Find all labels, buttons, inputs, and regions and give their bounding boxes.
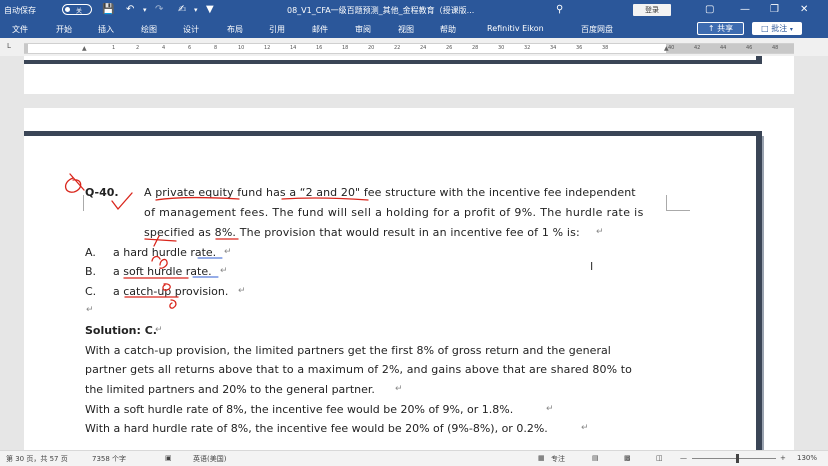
tab-insert[interactable]: 插入 — [98, 24, 114, 35]
page-count[interactable]: 第 30 页，共 57 页 — [6, 454, 68, 464]
touch-dropdown-icon[interactable]: ▾ — [194, 3, 198, 17]
close-icon[interactable]: ✕ — [800, 3, 808, 17]
autosave-state: 关 — [76, 8, 83, 15]
tab-home[interactable]: 开始 — [56, 24, 72, 35]
ruler-number: 46 — [746, 45, 753, 51]
redo-icon[interactable]: ↷ — [155, 3, 163, 17]
restore-icon[interactable]: ❐ — [770, 3, 779, 17]
ruler-number: 18 — [342, 45, 349, 51]
ruler-number: 1 — [112, 45, 116, 51]
ruler-number: 36 — [576, 45, 583, 51]
autosave-toggle[interactable]: 关 — [62, 4, 92, 15]
tab-mailings[interactable]: 邮件 — [312, 24, 328, 35]
tab-baidu-netdisk[interactable]: 百度网盘 — [581, 24, 613, 35]
touch-mode-icon[interactable]: ✍ — [178, 3, 186, 17]
ink-underline-private-equity — [155, 196, 240, 201]
ruler-number: 6 — [188, 45, 192, 51]
ink-arrow — [151, 255, 161, 262]
document-title: 08_V1_CFA一级百题预测_其他_金程教育（授课版... — [287, 6, 475, 15]
web-layout-icon[interactable]: ◫ — [656, 454, 663, 462]
ribbon-tabs: 文件 开始 插入 绘图 设计 布局 引用 邮件 审阅 视图 帮助 Refinit… — [0, 20, 828, 38]
save-icon[interactable]: 💾 — [102, 3, 114, 17]
ruler-number: 14 — [290, 45, 297, 51]
customize-toolbar-icon[interactable]: ▼ — [206, 3, 214, 17]
ruler-number: 16 — [316, 45, 323, 51]
search-icon[interactable]: ⚲ — [556, 3, 563, 17]
ruler-number: 42 — [694, 45, 701, 51]
left-margin-shade — [24, 44, 28, 53]
ruler-strip: 1 2 4 6 8 10 12 14 16 18 20 22 24 26 28 … — [24, 43, 794, 54]
ruler-number: 8 — [214, 45, 218, 51]
tab-stop-selector-icon[interactable]: L — [7, 42, 11, 50]
tab-file[interactable]: 文件 — [12, 24, 28, 35]
ruler-number: 30 — [498, 45, 505, 51]
proofing-icon[interactable]: ▣ — [165, 454, 172, 462]
ink-annotations — [64, 173, 369, 309]
undo-icon[interactable]: ↶ — [126, 3, 134, 17]
tab-review[interactable]: 审阅 — [355, 24, 371, 35]
comment-label: 批注 — [771, 24, 788, 33]
ink-underline-specified — [144, 238, 177, 242]
print-layout-icon[interactable]: ▩ — [624, 454, 631, 462]
ruler-number: 12 — [264, 45, 271, 51]
comment-icon: □ — [761, 24, 769, 33]
horizontal-ruler[interactable]: L 1 2 4 6 8 10 12 14 16 18 20 22 24 26 2… — [0, 38, 828, 56]
ink-scribble — [159, 258, 168, 269]
word-count[interactable]: 7358 个字 — [92, 454, 126, 464]
ruler-number: 20 — [368, 45, 375, 51]
tab-view[interactable]: 视图 — [398, 24, 414, 35]
status-bar: 第 30 页，共 57 页 7358 个字 ▣ 英语(美国) ▦ 专注 ▤ ▩ … — [0, 450, 828, 466]
ink-underline-2-and-20 — [281, 197, 369, 201]
ruler-number: 24 — [420, 45, 427, 51]
ruler-number: 32 — [524, 45, 531, 51]
ink-circle-mark — [64, 173, 85, 193]
ruler-number: 2 — [136, 45, 140, 51]
title-bar: 自动保存 关 💾 ↶ ▾ ↷ ✍ ▾ ▼ 08_V1_CFA一级百题预测_其他_… — [0, 0, 828, 20]
comments-button[interactable]: □ 批注 ▾ — [752, 22, 802, 35]
ruler-number: 48 — [772, 45, 779, 51]
ink-loop — [169, 299, 177, 309]
tab-layout[interactable]: 布局 — [227, 24, 243, 35]
undo-dropdown-icon[interactable]: ▾ — [143, 3, 147, 17]
ink-tick — [153, 235, 160, 247]
right-indent-marker-icon[interactable]: ▲ — [664, 44, 669, 53]
share-label: 共享 — [717, 24, 734, 33]
ruler-number: 26 — [446, 45, 453, 51]
document-canvas[interactable]: Q-40. A private equity fund has a “2 and… — [0, 56, 828, 450]
indent-marker-icon[interactable]: ▲ — [82, 44, 87, 53]
ink-loop — [162, 283, 171, 291]
tab-references[interactable]: 引用 — [269, 24, 285, 35]
ruler-number: 4 — [162, 45, 166, 51]
tab-refinitiv-eikon[interactable]: Refinitiv Eikon — [487, 24, 544, 33]
tab-help[interactable]: 帮助 — [440, 24, 456, 35]
zoom-slider[interactable] — [692, 458, 776, 459]
ruler-number: 38 — [602, 45, 609, 51]
zoom-out-icon[interactable]: — — [680, 454, 687, 462]
ruler-number: 44 — [720, 45, 727, 51]
read-mode-icon[interactable]: ▤ — [592, 454, 599, 462]
focus-icon[interactable]: ▦ — [538, 454, 545, 462]
zoom-level[interactable]: 130% — [797, 454, 817, 462]
ruler-number: 28 — [472, 45, 479, 51]
ruler-number: 10 — [238, 45, 245, 51]
focus-label[interactable]: 专注 — [551, 454, 565, 464]
ribbon-display-icon[interactable]: ▢ — [705, 3, 714, 17]
tab-design[interactable]: 设计 — [183, 24, 199, 35]
login-button[interactable]: 登录 — [633, 4, 671, 16]
autosave-label: 自动保存 — [4, 6, 36, 15]
ruler-number: 22 — [394, 45, 401, 51]
toggle-knob — [65, 7, 70, 12]
ink-checkmark — [111, 192, 133, 211]
tab-draw[interactable]: 绘图 — [141, 24, 157, 35]
zoom-in-icon[interactable]: + — [780, 454, 786, 462]
zoom-slider-thumb[interactable] — [736, 454, 739, 463]
share-button[interactable]: ↑ 共享 — [697, 22, 744, 35]
comment-dropdown-icon: ▾ — [789, 26, 793, 33]
share-icon: ↑ — [707, 24, 715, 33]
ruler-number: 34 — [550, 45, 557, 51]
language-indicator[interactable]: 英语(美国) — [193, 454, 226, 464]
minimize-icon[interactable]: — — [740, 3, 750, 17]
